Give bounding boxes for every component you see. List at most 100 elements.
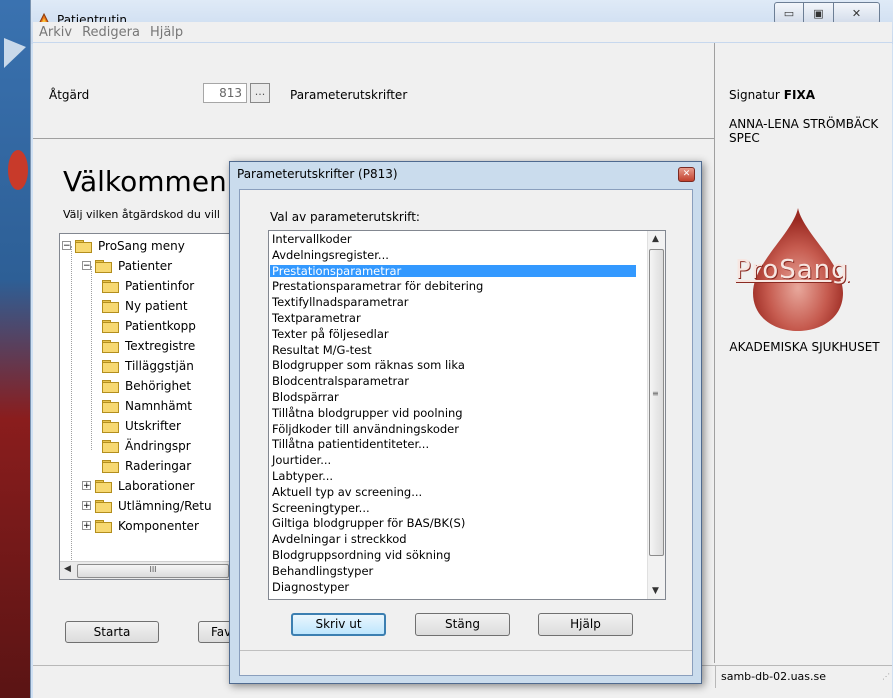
list-item[interactable]: Prestationsparametrar [270,264,636,277]
starta-button[interactable]: Starta [65,621,159,643]
list-item[interactable]: Blodspärrar [270,391,636,403]
parameterutskrifter-dialog: Parameterutskrifter (P813) ✕ Val av para… [229,161,702,684]
folder-icon [102,399,119,413]
tree-node-laborationer[interactable]: + Laborationer [82,476,195,495]
atgard-description: Parameterutskrifter [290,88,408,102]
tree-label: Tilläggstjän [125,358,194,373]
tree-node-patienter[interactable]: − Patienter [82,256,172,275]
list-vertical-scrollbar[interactable]: ▲ ≡ ▼ [647,231,665,599]
collapse-toggle[interactable]: − [62,241,71,251]
list-item[interactable]: Prestationsparametrar för debitering [270,280,636,292]
tree-label: Utlämning/Retu [118,498,212,513]
close-button[interactable]: ✕ [834,2,880,24]
welcome-heading: Välkommen t [63,165,247,198]
list-item[interactable]: Aktuell typ av screening... [270,486,636,498]
dialog-title: Parameterutskrifter (P813) [237,167,398,181]
header-divider [33,138,714,139]
hjalp-button[interactable]: Hjälp [538,613,633,636]
atgard-code-input[interactable]: 813 [203,83,247,103]
tree-node-child[interactable]: Behörighet [102,376,191,395]
signatur-value: FIXA [783,88,815,102]
list-item[interactable]: Blodgrupper som räknas som lika [270,359,636,371]
tree-label: Patientkopp [125,318,196,333]
list-item[interactable]: Textparametrar [270,312,636,324]
skriv-ut-button[interactable]: Skriv ut [291,613,386,636]
collapse-toggle[interactable]: − [82,261,91,271]
folder-icon [75,239,92,253]
expand-toggle[interactable]: + [82,521,91,531]
parameter-listbox[interactable]: ▲ ≡ ▼ Intervallkoder Avdelningsregister..… [268,230,666,600]
tree-node-child[interactable]: Textregistre [102,336,195,355]
folder-icon [102,419,119,433]
list-item[interactable]: Jourtider... [270,454,636,466]
folder-icon [95,479,112,493]
tree-label: Ändringspr [125,438,191,453]
tree-node-child[interactable]: Raderingar [102,456,191,475]
tree-node-child[interactable]: Tilläggstjän [102,356,194,375]
signature-row: Signatur FIXA [729,88,815,102]
logo-text: ProSang [735,255,849,285]
dialog-body: Val av parameterutskrift: ▲ ≡ ▼ Interval… [239,189,693,676]
tree-label: Namnhämt [125,398,192,413]
tree-label: Behörighet [125,378,192,393]
list-item[interactable]: Avdelningar i streckkod [270,533,636,545]
resize-grip-icon[interactable]: ⋰ [882,672,890,681]
tree-label: Komponenter [118,518,199,533]
tree-horizontal-scrollbar[interactable]: ◀ III [60,561,244,579]
tree-node-child[interactable]: Patientinfor [102,276,194,295]
menu-tree[interactable]: − ProSang meny − Patienter Patientinfor … [59,233,245,580]
tree-label: Patientinfor [125,278,195,293]
signatur-label: Signatur [729,88,780,102]
list-item[interactable]: Behandlingstyper [270,565,636,577]
list-item[interactable]: Tillåtna patientidentiteter... [270,438,636,450]
dialog-content: Val av parameterutskrift: ▲ ≡ ▼ Interval… [240,190,692,649]
list-item[interactable]: Resultat M/G-test [270,344,636,356]
tree-label: Raderingar [125,458,192,473]
list-item[interactable]: Giltiga blodgrupper för BAS/BK(S) [270,517,636,529]
stang-button[interactable]: Stäng [415,613,510,636]
folder-icon [95,259,112,273]
scroll-left-icon[interactable]: ◀ [64,564,71,574]
list-item[interactable]: Texter på följesedlar [270,328,636,340]
list-item[interactable]: Blodcentralsparametrar [270,375,636,387]
folder-icon [102,339,119,353]
tree-node-child[interactable]: Ändringspr [102,436,191,455]
menu-arkiv[interactable]: Arkiv [39,25,72,40]
list-item[interactable]: Diagnostyper [270,581,636,593]
tree-guide-line [91,266,92,450]
list-item[interactable]: Labtyper... [270,470,636,482]
tree-node-root[interactable]: − ProSang meny [62,236,185,255]
folder-icon [95,519,112,533]
scroll-down-icon[interactable]: ▼ [652,586,659,596]
list-item[interactable]: Intervallkoder [270,233,636,245]
scroll-thumb[interactable]: III [77,564,229,578]
menu-redigera[interactable]: Redigera [82,25,140,40]
user-name: ANNA-LENA STRÖMBÄCK SPEC [729,117,879,145]
menu-bar: Arkiv Redigera Hjälp [33,22,892,42]
tree-node-child[interactable]: Patientkopp [102,316,196,335]
menu-hjalp[interactable]: Hjälp [150,25,183,40]
tree-node-utlamning[interactable]: + Utlämning/Retu [82,496,212,515]
list-item[interactable]: Tillåtna blodgrupper vid poolning [270,407,636,419]
list-item[interactable]: Textifyllnadsparametrar [270,296,636,308]
scroll-up-icon[interactable]: ▲ [652,234,659,244]
scroll-thumb[interactable] [649,249,664,556]
tree-node-komponenter[interactable]: + Komponenter [82,516,199,535]
tree-label: Utskrifter [125,418,181,433]
list-item[interactable]: Screeningtyper... [270,502,636,514]
maximize-button[interactable]: ▣ [804,2,834,24]
tree-node-child[interactable]: Ny patient [102,296,188,315]
dialog-status-bar [240,650,692,675]
list-item[interactable]: Avdelningsregister... [270,249,636,261]
atgard-label: Åtgärd [49,88,90,102]
tree-node-child[interactable]: Utskrifter [102,416,181,435]
tree-node-child[interactable]: Namnhämt [102,396,192,415]
list-item[interactable]: Blodgruppsordning vid sökning [270,549,636,561]
expand-toggle[interactable]: + [82,501,91,511]
list-item[interactable]: Följdkoder till användningskoder [270,423,636,435]
browse-button[interactable]: ... [250,83,270,103]
folder-icon [102,299,119,313]
expand-toggle[interactable]: + [82,481,91,491]
dialog-close-button[interactable]: ✕ [678,167,695,182]
minimize-button[interactable]: ▭ [774,2,804,24]
